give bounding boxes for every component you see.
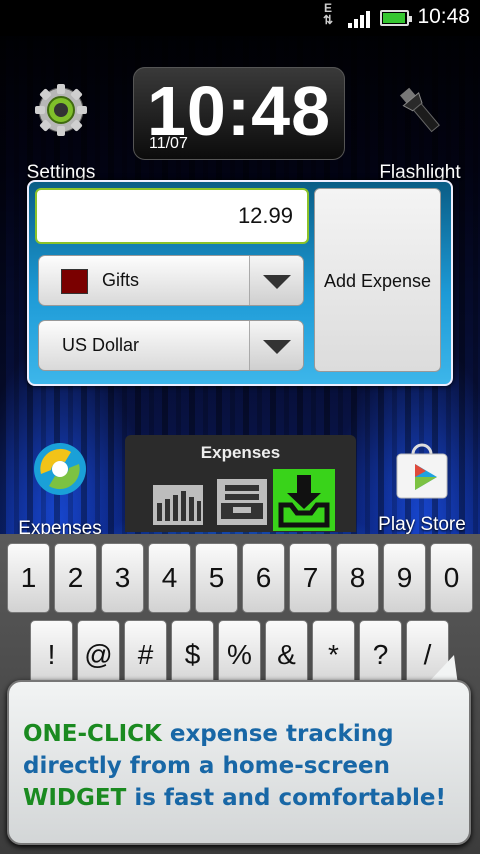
status-bar: E ⇅ 10:48 [0,0,480,36]
currency-dropdown[interactable]: US Dollar [38,320,304,371]
key-8[interactable]: 8 [336,543,379,613]
list-button[interactable] [211,469,273,531]
category-label: Gifts [102,270,140,290]
key-5[interactable]: 5 [195,543,238,613]
settings-shortcut[interactable]: Settings [20,82,102,183]
battery-icon [380,10,412,26]
flashlight-icon [399,87,440,133]
category-dropdown[interactable]: Gifts [38,255,304,306]
clock-widget[interactable]: 10:48 11/07 [133,67,345,160]
signal-icon [348,10,376,28]
play-store-shortcut[interactable]: Play Store [370,440,474,534]
promo-bubble: ONE-CLICK expense tracking directly from… [7,680,471,845]
amount-input[interactable]: 12.99 [35,188,309,244]
expenses-label: Expenses [18,518,102,534]
statistics-button[interactable] [147,469,209,531]
play-store-icon [396,443,448,499]
gear-icon [35,84,87,136]
playstore-label: Play Store [378,514,466,534]
promo-highlight-widget: WIDGET [23,785,127,811]
download-icon [278,475,330,528]
inbox-tray-icon [217,479,267,525]
key-9[interactable]: 9 [383,543,426,613]
key-3[interactable]: 3 [101,543,144,613]
chevron-down-icon[interactable] [249,321,303,370]
status-time: 10:48 [417,5,470,28]
expenses-widget-title: Expenses [200,443,281,462]
clock-date: 11/07 [149,135,188,152]
key-1[interactable]: 1 [7,543,50,613]
key-4[interactable]: 4 [148,543,191,613]
expenses-shortcut-widget: Expenses [125,435,356,532]
currency-label: US Dollar [62,335,140,355]
promo-text: ONE-CLICK expense tracking directly from… [23,718,463,814]
add-expense-shortcut-button[interactable] [273,469,335,531]
flashlight-shortcut[interactable]: Flashlight [372,82,468,183]
expense-entry-widget: 12.99 Gifts US Dollar Add Expense [27,180,453,386]
key-7[interactable]: 7 [289,543,332,613]
expenses-app-shortcut[interactable]: Expenses [6,440,114,534]
chart-icon [153,485,203,525]
network-indicator: E ⇅ [322,1,334,27]
key-2[interactable]: 2 [54,543,97,613]
key-6[interactable]: 6 [242,543,285,613]
expenses-logo-icon [34,443,86,495]
chevron-down-icon[interactable] [249,256,303,305]
key-0[interactable]: 0 [430,543,473,613]
category-color-swatch [61,269,88,294]
promo-text-2: is fast and comfortable! [126,785,446,811]
add-expense-button[interactable]: Add Expense [314,188,441,372]
promo-highlight-oneclick: ONE-CLICK [23,721,162,747]
